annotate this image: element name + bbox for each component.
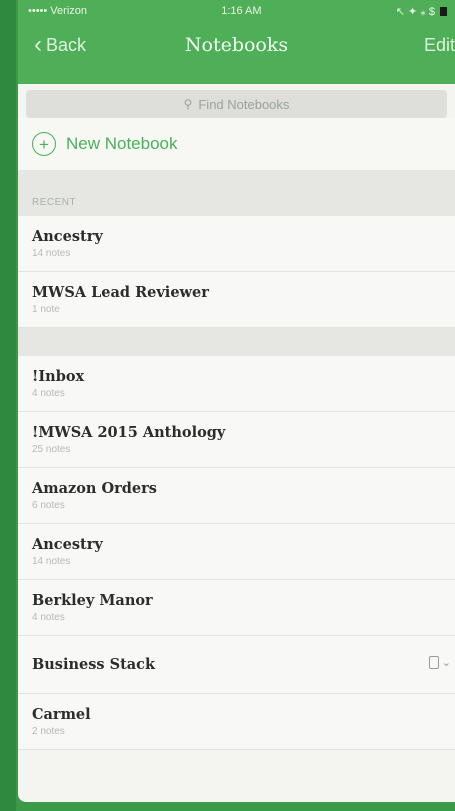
carrier: ••••• Verizon	[28, 5, 88, 17]
notebook-name: Business Stack	[32, 656, 156, 673]
search-placeholder: Find Notebooks	[198, 96, 290, 112]
note-count: 25 notes	[32, 444, 71, 455]
back-label: Back	[46, 34, 87, 55]
note-count: 6 notes	[32, 500, 65, 511]
plus-circle-icon: +	[32, 132, 56, 156]
section-header-recent: RECENT	[18, 170, 455, 216]
notebook-name: Ancestry	[32, 228, 103, 245]
list-item[interactable]: !MWSA 2015 Anthology 25 notes	[18, 412, 455, 468]
note-count: 14 notes	[32, 248, 71, 259]
note-count: 2 notes	[32, 726, 65, 737]
search-icon: ⚲	[183, 97, 193, 111]
stack-icon	[428, 656, 439, 669]
navigation-bar: ‹ Back Notebooks Edit	[18, 22, 455, 68]
notebook-name: Carmel	[32, 706, 91, 723]
notebook-name: MWSA Lead Reviewer	[32, 284, 209, 301]
list-item[interactable]: !Inbox 4 notes	[18, 356, 455, 412]
new-notebook-label: New Notebook	[66, 134, 178, 153]
new-notebook-button[interactable]: + New Notebook	[18, 118, 455, 170]
note-count: 4 notes	[32, 612, 65, 623]
list-item[interactable]: Ancestry 14 notes	[18, 216, 455, 272]
list-item[interactable]: Amazon Orders 6 notes	[18, 468, 455, 524]
app-screen: ••••• Verizon 1:16 AM ↖ ✦ ⁎ $ ‹ Back Not…	[18, 0, 455, 802]
notebook-name: Amazon Orders	[32, 480, 157, 497]
edit-button[interactable]: Edit	[424, 35, 455, 56]
search-input[interactable]: ⚲ Find Notebooks	[26, 90, 447, 118]
notebook-list: ⚲ Find Notebooks + New Notebook RECENT A…	[18, 84, 455, 802]
section-divider	[18, 328, 455, 356]
status-indicators: ↖ ✦ ⁎ $	[396, 5, 447, 18]
note-count: 1 note	[32, 304, 60, 315]
list-item[interactable]: Ancestry 14 notes	[18, 524, 455, 580]
notebook-name: !MWSA 2015 Anthology	[32, 424, 226, 441]
note-count: 4 notes	[32, 388, 65, 399]
list-item[interactable]: Berkley Manor 4 notes	[18, 580, 455, 636]
search-container: ⚲ Find Notebooks	[18, 84, 455, 118]
list-item[interactable]: MWSA Lead Reviewer 1 note	[18, 272, 455, 328]
status-bar: ••••• Verizon 1:16 AM ↖ ✦ ⁎ $	[18, 0, 455, 22]
notebook-name: Berkley Manor	[32, 592, 153, 609]
clock: 1:16 AM	[221, 5, 262, 17]
list-item[interactable]: Carmel 2 notes	[18, 694, 455, 750]
battery-icon	[439, 6, 447, 16]
chevron-left-icon: ‹	[34, 31, 42, 58]
notebook-name: !Inbox	[32, 368, 85, 385]
notebook-name: Ancestry	[32, 536, 103, 553]
notebook-stack-item[interactable]: Business Stack ⌄	[18, 636, 455, 694]
note-count: 14 notes	[32, 556, 71, 567]
stack-toggle[interactable]: ⌄	[428, 656, 451, 669]
back-button[interactable]: ‹ Back	[34, 33, 86, 57]
indicator-icons: ↖ ✦ ⁎ $	[395, 5, 435, 18]
chevron-down-icon: ⌄	[441, 657, 451, 669]
